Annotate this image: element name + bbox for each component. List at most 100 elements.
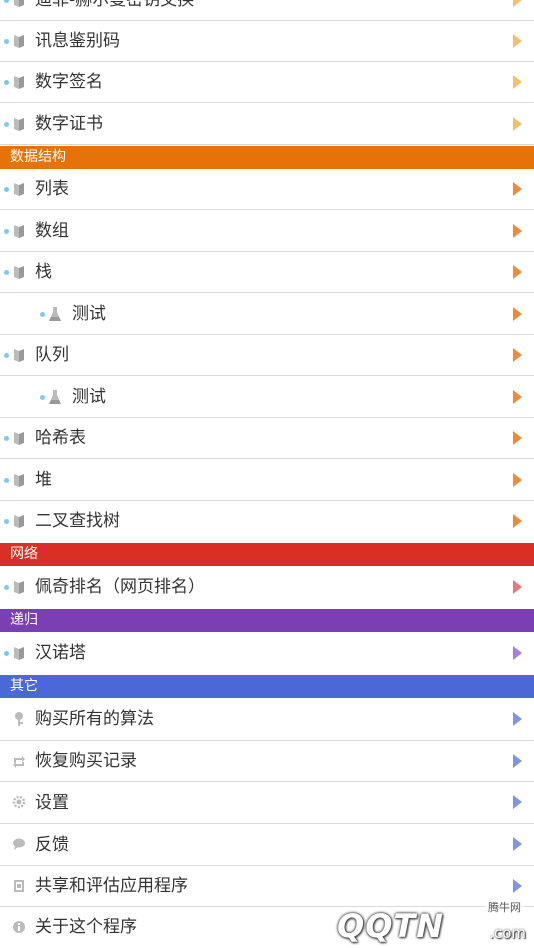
chevron-right-icon (513, 348, 522, 362)
item-label: 二叉查找树 (35, 511, 120, 531)
chevron-right-icon (513, 390, 522, 404)
book-icon (14, 266, 24, 279)
bullet-dot (4, 585, 9, 590)
book-icon (14, 581, 24, 594)
item-label: 关于这个程序 (35, 917, 137, 937)
share-and-rate-button[interactable]: 共享和评估应用程序 (0, 866, 534, 907)
book-icon (14, 432, 24, 445)
book-icon (14, 474, 24, 487)
chevron-right-icon (513, 307, 522, 321)
key-icon (15, 712, 23, 726)
book-icon (14, 35, 24, 48)
item-label: 迪菲-赫尔曼密钥交换 (35, 0, 195, 10)
chevron-right-icon (513, 837, 522, 851)
item-label: 哈希表 (35, 428, 86, 448)
section-header-network: 网络 (0, 543, 534, 566)
list-item-mac[interactable]: 讯息鉴别码 (0, 21, 534, 62)
list-item-stack-test[interactable]: 测试 (0, 294, 534, 335)
chat-bubble-icon (13, 838, 25, 850)
book-icon (14, 349, 24, 362)
list-item-diffie-hellman[interactable]: 迪菲-赫尔曼密钥交换 (0, 0, 534, 21)
item-label: 列表 (35, 179, 69, 199)
list-item-stack[interactable]: 栈 (0, 252, 534, 293)
item-label: 数字证书 (35, 114, 103, 134)
chevron-right-icon (513, 646, 522, 660)
item-label: 反馈 (35, 835, 69, 855)
item-label: 设置 (35, 793, 69, 813)
about-app-button[interactable]: 关于这个程序 (0, 907, 534, 948)
feedback-button[interactable]: 反馈 (0, 824, 534, 866)
item-label: 队列 (35, 345, 69, 365)
item-label: 恢复购买记录 (35, 751, 137, 771)
list-item-hash-table[interactable]: 哈希表 (0, 418, 534, 459)
book-icon (14, 225, 24, 238)
item-label: 讯息鉴别码 (35, 31, 120, 51)
bullet-dot (4, 39, 9, 44)
item-label: 测试 (72, 387, 106, 407)
item-label: 测试 (72, 304, 106, 324)
bullet-dot (4, 519, 9, 524)
book-icon (14, 118, 24, 131)
list-item-bst[interactable]: 二叉查找树 (0, 501, 534, 542)
list-item-list[interactable]: 列表 (0, 169, 534, 210)
item-label: 数组 (35, 221, 69, 241)
item-label: 佩奇排名（网页排名） (35, 577, 205, 597)
chevron-right-icon (513, 117, 522, 131)
item-label: 汉诺塔 (35, 643, 86, 663)
bullet-dot (4, 478, 9, 483)
flask-icon (49, 307, 61, 321)
section-header-recursion: 递归 (0, 609, 534, 632)
restore-purchases-button[interactable]: 恢复购买记录 (0, 741, 534, 782)
bullet-dot (4, 353, 9, 358)
bullet-dot (4, 0, 9, 3)
item-label: 数字签名 (35, 72, 103, 92)
chevron-right-icon (513, 75, 522, 89)
chevron-right-icon (513, 0, 522, 7)
refresh-icon (13, 756, 25, 768)
book-icon (14, 183, 24, 196)
bullet-dot (4, 187, 9, 192)
chevron-right-icon (513, 580, 522, 594)
list-item-heap[interactable]: 堆 (0, 460, 534, 501)
list-item-array[interactable]: 数组 (0, 211, 534, 252)
item-label: 共享和评估应用程序 (35, 876, 188, 896)
chevron-right-icon (513, 514, 522, 528)
bullet-dot (4, 80, 9, 85)
chevron-right-icon (513, 795, 522, 809)
book-icon (14, 647, 24, 660)
list-item-queue[interactable]: 队列 (0, 335, 534, 376)
list-item-queue-test[interactable]: 测试 (0, 377, 534, 418)
list-item-digital-certificate[interactable]: 数字证书 (0, 104, 534, 145)
bullet-dot (4, 651, 9, 656)
chevron-right-icon (513, 754, 522, 768)
list-item-pagerank[interactable]: 佩奇排名（网页排名） (0, 566, 534, 609)
item-label: 购买所有的算法 (35, 709, 154, 729)
book-icon (14, 515, 24, 528)
section-header-other: 其它 (0, 675, 534, 698)
list-item-digital-signature[interactable]: 数字签名 (0, 62, 534, 103)
bullet-dot (4, 436, 9, 441)
bullet-dot (40, 395, 45, 400)
chevron-right-icon (513, 224, 522, 238)
chevron-right-icon (513, 182, 522, 196)
chevron-right-icon (513, 879, 522, 893)
flask-icon (49, 390, 61, 404)
chevron-right-icon (513, 34, 522, 48)
buy-all-algorithms-button[interactable]: 购买所有的算法 (0, 698, 534, 741)
list-item-hanoi[interactable]: 汉诺塔 (0, 632, 534, 675)
bullet-dot (4, 122, 9, 127)
book-icon (14, 76, 24, 89)
section-header-data-structures: 数据结构 (0, 146, 534, 169)
item-label: 堆 (35, 470, 52, 490)
settings-button[interactable]: 设置 (0, 782, 534, 824)
chevron-right-icon (513, 473, 522, 487)
chevron-right-icon (513, 265, 522, 279)
gear-icon (12, 795, 26, 809)
bullet-dot (40, 312, 45, 317)
book-icon (14, 0, 24, 7)
info-icon (13, 921, 25, 933)
bullet-dot (4, 270, 9, 275)
item-label: 栈 (35, 262, 52, 282)
bullet-dot (4, 229, 9, 234)
share-icon (14, 880, 24, 892)
